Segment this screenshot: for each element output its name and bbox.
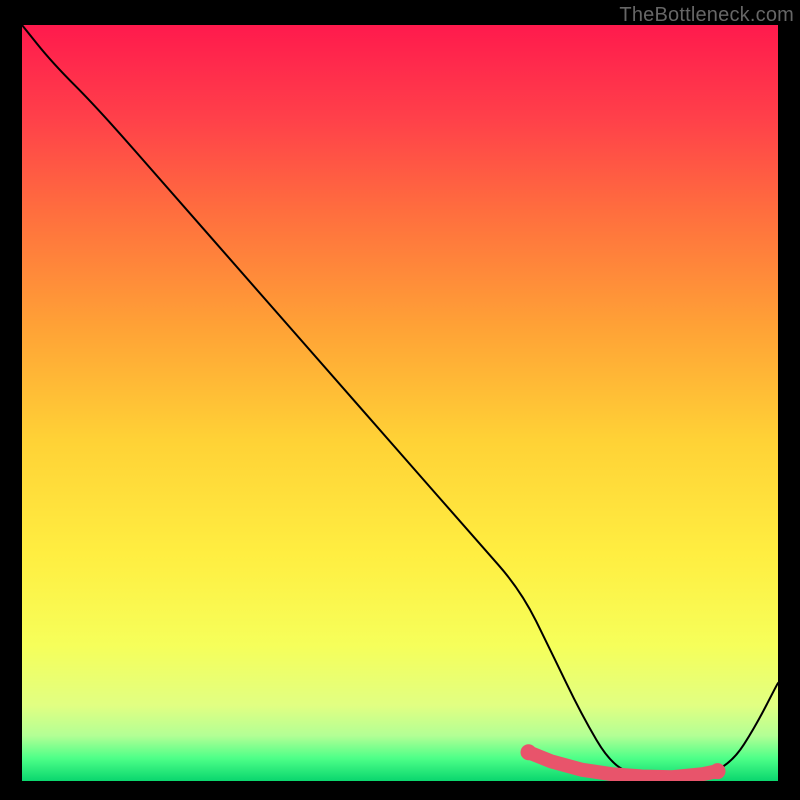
chart-container: TheBottleneck.com [0,0,800,800]
watermark-text: TheBottleneck.com [619,4,794,27]
chart-svg [22,25,778,781]
gradient-background [22,25,778,781]
chart-plot [22,25,778,781]
